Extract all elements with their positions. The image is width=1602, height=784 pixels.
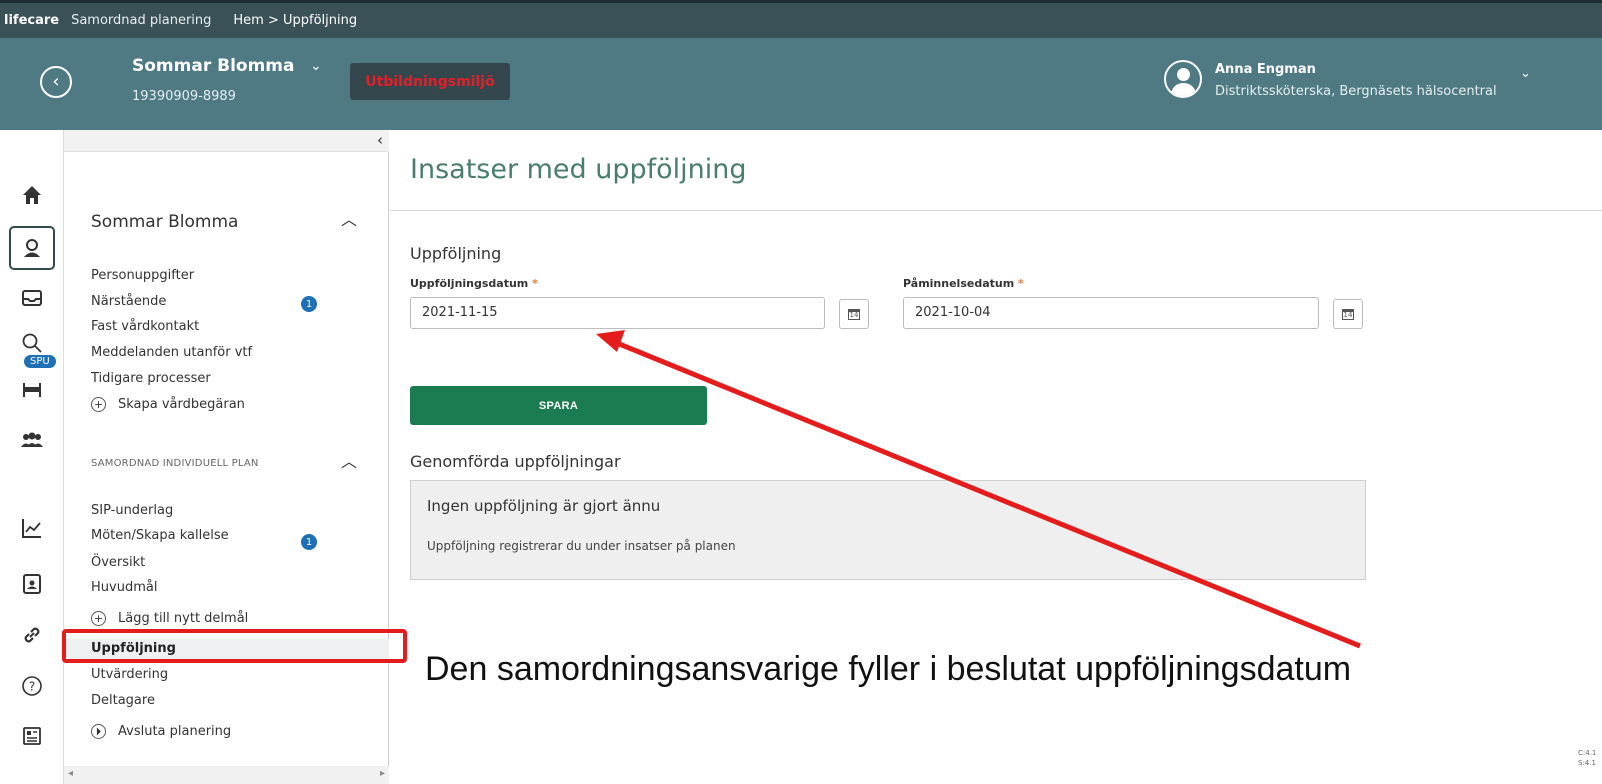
section-title-patient: Sommar Blomma xyxy=(91,212,239,232)
chevron-up-icon[interactable]: ︿ xyxy=(341,448,357,472)
spu-badge: SPU xyxy=(24,355,56,368)
scroll-left-icon[interactable]: ◂ xyxy=(68,768,73,779)
nav-item-oversikt[interactable]: Översikt xyxy=(91,555,145,570)
count-badge: 1 xyxy=(301,534,317,550)
patient-icon[interactable] xyxy=(9,226,55,270)
bed-icon[interactable] xyxy=(10,370,54,410)
nav-item-moten[interactable]: Möten/Skapa kallelse xyxy=(91,528,229,543)
user-avatar-icon[interactable] xyxy=(1164,60,1202,98)
followup-date-input[interactable]: 2021-11-15 xyxy=(410,297,825,329)
annotation-highlight-box xyxy=(62,629,407,663)
app-window: lifecare Samordnad planering Hem > Uppfö… xyxy=(0,0,1602,784)
group-icon[interactable] xyxy=(10,420,54,460)
calendar-button[interactable]: 14 xyxy=(839,299,869,329)
home-icon[interactable] xyxy=(10,175,54,215)
nav-item-huvudmal[interactable]: Huvudmål xyxy=(91,580,157,595)
calendar-icon: 14 xyxy=(1342,308,1354,320)
nav-item-deltagare[interactable]: Deltagare xyxy=(91,693,155,708)
breadcrumb[interactable]: Hem > Uppföljning xyxy=(233,13,357,28)
required-marker: * xyxy=(1018,277,1024,290)
side-navigation-panel: ‹ Sommar Blomma ︿ Personuppgifter Närstå… xyxy=(64,130,389,784)
nav-item-meddelanden[interactable]: Meddelanden utanför vtf xyxy=(91,345,252,360)
chevron-up-icon[interactable]: ︿ xyxy=(341,206,357,230)
nav-item-label: Avsluta planering xyxy=(118,724,232,739)
chevron-down-icon[interactable]: ⌄ xyxy=(310,58,322,74)
scroll-right-icon[interactable]: ▸ xyxy=(380,768,385,779)
svg-text:?: ? xyxy=(29,680,35,694)
report-icon[interactable] xyxy=(10,564,54,604)
nav-item-label: Skapa vårdbegäran xyxy=(118,397,245,412)
field-label-text: Uppföljningsdatum xyxy=(410,277,529,290)
stop-icon: ⏵ xyxy=(91,724,106,739)
empty-state-box: Ingen uppföljning är gjort ännu Uppföljn… xyxy=(410,480,1366,580)
followup-date-label: Uppföljningsdatum * xyxy=(410,277,538,290)
patient-header: ‹ Sommar Blomma ⌄ 19390909-8989 Utbildni… xyxy=(0,38,1602,130)
news-icon[interactable] xyxy=(10,716,54,756)
nav-item-label: Lägg till nytt delmål xyxy=(118,611,249,626)
calendar-button[interactable]: 14 xyxy=(1333,299,1363,329)
reminder-date-label: Påminnelsedatum * xyxy=(903,277,1024,290)
nav-item-narstaende[interactable]: Närstående xyxy=(91,294,166,309)
plus-icon: + xyxy=(91,611,106,626)
required-marker: * xyxy=(532,277,538,290)
count-badge: 1 xyxy=(301,296,317,312)
help-icon[interactable]: ? xyxy=(10,666,54,706)
title-divider xyxy=(390,210,1602,211)
calendar-icon: 14 xyxy=(848,308,860,320)
nav-item-sip-underlag[interactable]: SIP-underlag xyxy=(91,503,173,518)
reminder-date-input[interactable]: 2021-10-04 xyxy=(903,297,1319,329)
patient-name[interactable]: Sommar Blomma xyxy=(132,56,295,76)
top-bar: lifecare Samordnad planering Hem > Uppfö… xyxy=(0,0,1602,38)
user-menu-chevron-icon[interactable]: ⌄ xyxy=(1520,66,1531,81)
completed-followups-heading: Genomförda uppföljningar xyxy=(410,452,621,471)
nav-item-avsluta-planering[interactable]: ⏵ Avsluta planering xyxy=(91,724,231,739)
lifecare-logo[interactable]: lifecare xyxy=(4,13,59,28)
section-title-sip: SAMORDNAD INDIVIDUELL PLAN xyxy=(91,458,259,469)
version-label: C:4.1 S:4.1 xyxy=(1578,748,1596,768)
page-title: Insatser med uppföljning xyxy=(410,154,747,185)
link-icon[interactable] xyxy=(10,615,54,655)
field-label-text: Påminnelsedatum xyxy=(903,277,1015,290)
empty-state-title: Ingen uppföljning är gjort ännu xyxy=(427,497,661,515)
patient-id: 19390909-8989 xyxy=(132,89,236,104)
user-role: Distriktssköterska, Bergnäsets hälsocent… xyxy=(1215,84,1497,99)
plus-icon: + xyxy=(91,397,106,412)
empty-state-subtitle: Uppföljning registrerar du under insatse… xyxy=(427,539,736,553)
chart-icon[interactable] xyxy=(10,508,54,548)
nav-item-lagg-till-delmal[interactable]: + Lägg till nytt delmål xyxy=(91,611,248,626)
nav-item-fast-vardkontakt[interactable]: Fast vårdkontakt xyxy=(91,319,199,334)
back-button[interactable]: ‹ xyxy=(40,66,72,98)
horizontal-scrollbar[interactable]: ◂ ▸ xyxy=(64,766,389,784)
version-line: C:4.1 xyxy=(1578,749,1597,757)
nav-item-skapa-vardbegaran[interactable]: + Skapa vårdbegäran xyxy=(91,397,245,412)
section-heading: Uppföljning xyxy=(410,244,502,263)
user-name[interactable]: Anna Engman xyxy=(1215,62,1316,77)
chevron-left-icon: ‹ xyxy=(52,71,60,92)
version-line: S:4.1 xyxy=(1578,759,1596,767)
icon-rail: SPU ? xyxy=(0,130,64,784)
save-button[interactable]: SPARA xyxy=(410,386,707,425)
panel-collapse-strip: ‹ xyxy=(64,130,389,152)
collapse-panel-icon[interactable]: ‹ xyxy=(377,131,383,149)
environment-badge: Utbildningsmiljö xyxy=(350,63,510,100)
nav-item-utvardering[interactable]: Utvärdering xyxy=(91,667,168,682)
app-name[interactable]: Samordnad planering xyxy=(71,13,211,28)
nav-item-tidigare-processer[interactable]: Tidigare processer xyxy=(91,371,211,386)
inbox-icon[interactable] xyxy=(10,278,54,318)
nav-item-personuppgifter[interactable]: Personuppgifter xyxy=(91,268,194,283)
annotation-text: Den samordningsansvarige fyller i beslut… xyxy=(425,650,1352,688)
